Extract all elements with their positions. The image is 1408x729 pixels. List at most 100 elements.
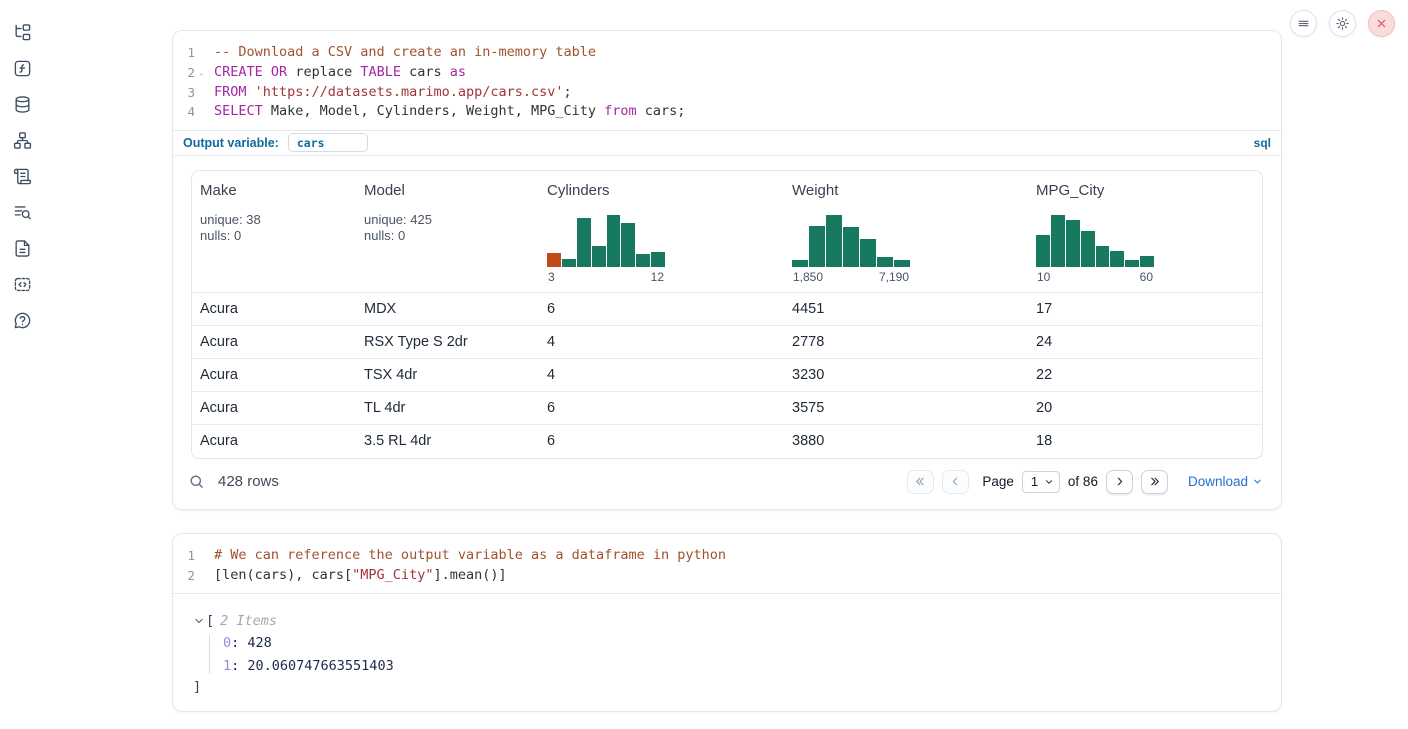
histogram-bar[interactable] (1051, 215, 1065, 267)
sql-cell: 1 -- Download a CSV and create an in-memo… (172, 30, 1282, 510)
code-text: SELECT Make, Model, Cylinders, Weight, M… (214, 102, 685, 122)
histogram-bar[interactable] (1140, 256, 1154, 267)
column-header-model[interactable]: Modelunique: 425nulls: 0 (356, 171, 539, 292)
database-icon[interactable] (13, 95, 32, 114)
table-cell: Acura (192, 400, 356, 416)
output-variable-input[interactable] (288, 133, 368, 152)
histogram-bar[interactable] (894, 260, 910, 267)
histogram-bar[interactable] (1066, 220, 1080, 267)
histogram-bar[interactable] (1125, 260, 1139, 267)
file-tree-icon[interactable] (13, 23, 32, 42)
column-header-mpg_city[interactable]: MPG_City 1060 (1028, 171, 1262, 292)
file-text-icon[interactable] (13, 239, 32, 258)
fold-chevron-icon[interactable]: ⌄ (195, 63, 208, 83)
column-header-weight[interactable]: Weight1,8507,190 (784, 171, 1028, 292)
histogram-bar[interactable] (809, 226, 825, 267)
code-line: 3 FROM 'https://datasets.marimo.app/cars.… (179, 83, 1281, 103)
python-cell: 1# We can reference the output variable … (172, 533, 1282, 712)
table-cell: 24 (1028, 334, 1262, 350)
line-number: 3 (179, 83, 195, 103)
column-header-cylinders[interactable]: Cylinders312 (539, 171, 784, 292)
histogram-bar[interactable] (547, 253, 561, 267)
python-code-editor[interactable]: 1# We can reference the output variable … (173, 534, 1281, 593)
search-icon[interactable] (188, 473, 205, 490)
table-body: AcuraMDX6445117AcuraRSX Type S 2dr427782… (192, 293, 1262, 458)
code-snippet-icon[interactable] (13, 275, 32, 294)
collapse-chevron-icon[interactable] (193, 615, 205, 627)
column-name: MPG_City (1036, 182, 1262, 199)
download-button[interactable]: Download (1188, 474, 1263, 489)
histogram-bar[interactable] (1110, 251, 1124, 267)
histogram-bar[interactable] (843, 227, 859, 267)
column-name: Model (364, 182, 539, 199)
settings-button[interactable] (1329, 10, 1356, 37)
histogram-bar[interactable] (607, 215, 621, 267)
code-text: FROM 'https://datasets.marimo.app/cars.c… (214, 83, 572, 103)
histogram-bar[interactable] (592, 246, 606, 267)
table-cell: 4451 (784, 301, 1028, 317)
histogram-bar[interactable] (877, 257, 893, 267)
histogram-bar[interactable] (826, 215, 842, 267)
page-total-label: of 86 (1068, 474, 1098, 489)
histogram-range-labels: 1060 (1036, 270, 1154, 284)
code-text: # We can reference the output variable a… (214, 546, 726, 566)
table-row[interactable]: AcuraTSX 4dr4323022 (192, 359, 1262, 392)
table-cell: 6 (539, 301, 784, 317)
row-count: 428 rows (218, 473, 279, 490)
chevrons-right-icon (1148, 475, 1161, 488)
histogram-bar[interactable] (636, 254, 650, 267)
page-select[interactable]: 1 (1022, 471, 1060, 493)
dependency-network-icon[interactable] (13, 131, 32, 150)
line-number: 1 (179, 43, 195, 63)
output-variable-bar: Output variable: sql (173, 130, 1281, 156)
chevron-down-icon (1044, 477, 1054, 487)
histogram-bar[interactable] (860, 239, 876, 267)
list-item: 0: 428 (223, 635, 1281, 651)
fold-gutter (195, 566, 208, 586)
histogram-bar[interactable] (562, 259, 576, 267)
last-page-button[interactable] (1141, 470, 1168, 494)
fold-gutter (195, 43, 208, 63)
list-output: [ 2 Items 0: 4281: 20.060747663551403 ] (173, 593, 1281, 713)
histogram-bar[interactable] (1036, 235, 1050, 267)
table-cell: 4 (539, 367, 784, 383)
table-cell: 4 (539, 334, 784, 350)
sql-code-editor[interactable]: 1 -- Download a CSV and create an in-memo… (173, 31, 1281, 130)
table-row[interactable]: Acura3.5 RL 4dr6388018 (192, 425, 1262, 458)
menu-button[interactable] (1290, 10, 1317, 37)
page-select-value: 1 (1031, 474, 1038, 489)
help-bubble-icon[interactable] (13, 311, 32, 330)
function-square-icon[interactable] (13, 59, 32, 78)
code-text: CREATE OR replace TABLE cars as (214, 63, 466, 83)
line-number: 2 (179, 566, 195, 586)
code-text: -- Download a CSV and create an in-memor… (214, 43, 596, 63)
language-badge[interactable]: sql (1254, 136, 1271, 150)
table-row[interactable]: AcuraTL 4dr6357520 (192, 392, 1262, 425)
prev-page-button[interactable] (942, 470, 969, 494)
next-page-button[interactable] (1106, 470, 1133, 494)
column-histogram: 1060 (1036, 215, 1154, 284)
column-header-make[interactable]: Makeunique: 38nulls: 0 (192, 171, 356, 292)
table-cell: Acura (192, 334, 356, 350)
table-header: Makeunique: 38nulls: 0Modelunique: 425nu… (192, 171, 1262, 293)
histogram-bar[interactable] (621, 223, 635, 267)
histogram-bar[interactable] (651, 252, 665, 267)
histogram-bar[interactable] (792, 260, 808, 267)
text-search-icon[interactable] (13, 203, 32, 222)
close-bracket: ] (193, 679, 1281, 695)
table-row[interactable]: AcuraRSX Type S 2dr4277824 (192, 326, 1262, 359)
code-line: 2[len(cars), cars["MPG_City"].mean()] (179, 566, 1281, 586)
table-cell: Acura (192, 301, 356, 317)
chevron-right-icon (1113, 475, 1126, 488)
histogram-bar[interactable] (577, 218, 591, 267)
histogram-bar[interactable] (1096, 246, 1110, 267)
table-cell: 3575 (784, 400, 1028, 416)
first-page-button[interactable] (907, 470, 934, 494)
download-label: Download (1188, 474, 1248, 489)
scroll-text-icon[interactable] (13, 167, 32, 186)
table-row[interactable]: AcuraMDX6445117 (192, 293, 1262, 326)
close-button[interactable] (1368, 10, 1395, 37)
result-table: Makeunique: 38nulls: 0Modelunique: 425nu… (191, 170, 1263, 459)
fold-gutter (195, 546, 208, 566)
histogram-bar[interactable] (1081, 231, 1095, 267)
